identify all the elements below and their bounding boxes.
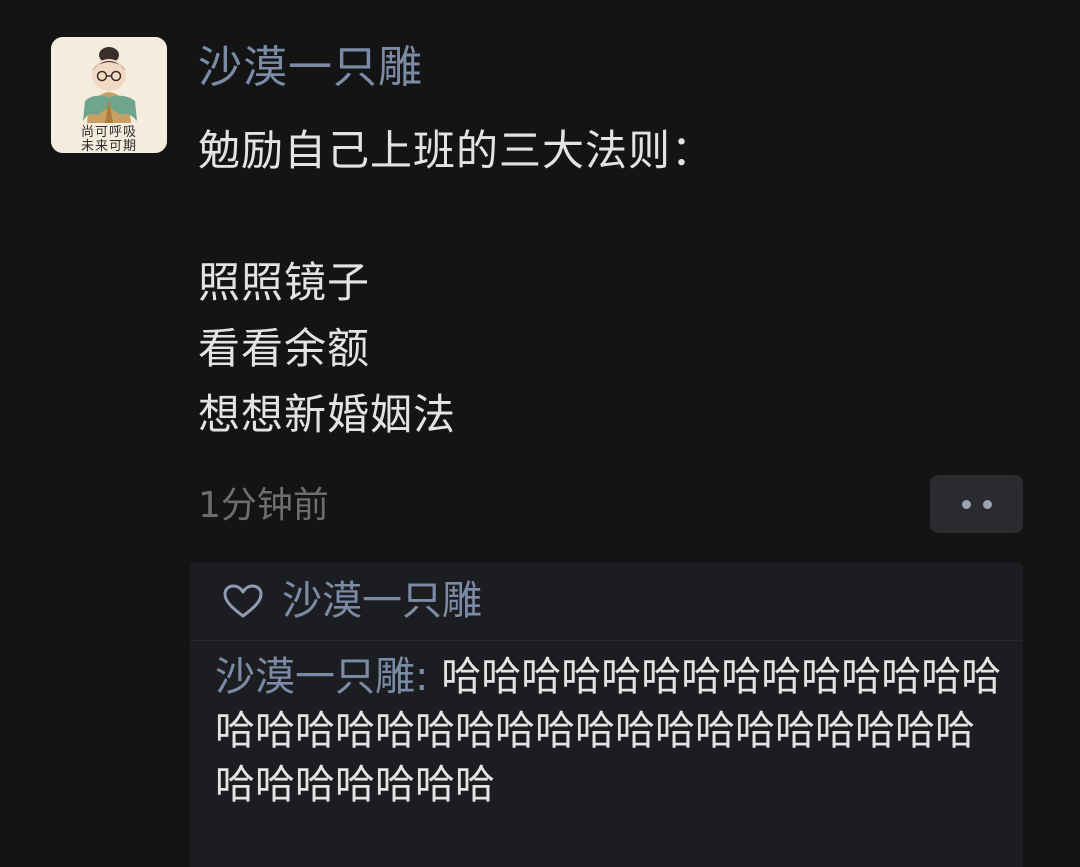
post-line-1: 照照镜子 <box>198 258 371 307</box>
post-timestamp: 1分钟前 <box>198 485 329 526</box>
avatar-caption-line-1: 尚可呼吸 <box>80 125 137 140</box>
more-actions-button[interactable] <box>930 475 1023 533</box>
likes-and-comments-panel: 沙漠一只雕 沙漠一只雕: 哈哈哈哈哈哈哈哈哈哈哈哈哈哈哈哈哈哈哈哈哈哈哈哈哈哈哈… <box>190 562 1023 867</box>
post-author-name[interactable]: 沙漠一只雕 <box>198 38 423 98</box>
moment-post: 尚可呼吸 未来可期 沙漠一只雕 勉励自己上班的三大法则： 照照镜子 看看余额 想… <box>0 0 1080 867</box>
comment-author[interactable]: 沙漠一只雕 <box>215 654 415 700</box>
comment-separator: : <box>415 654 442 700</box>
post-line-3: 想想新婚姻法 <box>198 390 457 439</box>
post-title-line: 勉励自己上班的三大法则： <box>198 126 715 175</box>
more-dots-icon <box>962 500 971 509</box>
avatar-caption-line-2: 未来可期 <box>80 139 137 153</box>
comment-item[interactable]: 沙漠一只雕: 哈哈哈哈哈哈哈哈哈哈哈哈哈哈哈哈哈哈哈哈哈哈哈哈哈哈哈哈哈哈哈哈哈… <box>215 650 1005 812</box>
post-line-2: 看看余额 <box>198 324 371 373</box>
more-dots-icon <box>983 500 992 509</box>
avatar[interactable]: 尚可呼吸 未来可期 <box>51 37 167 153</box>
heart-icon <box>223 584 263 618</box>
likes-row: 沙漠一只雕 <box>190 562 1023 641</box>
liked-by-name[interactable]: 沙漠一只雕 <box>282 572 482 630</box>
post-content: 勉励自己上班的三大法则： 照照镜子 看看余额 想想新婚姻法 <box>198 118 1018 448</box>
